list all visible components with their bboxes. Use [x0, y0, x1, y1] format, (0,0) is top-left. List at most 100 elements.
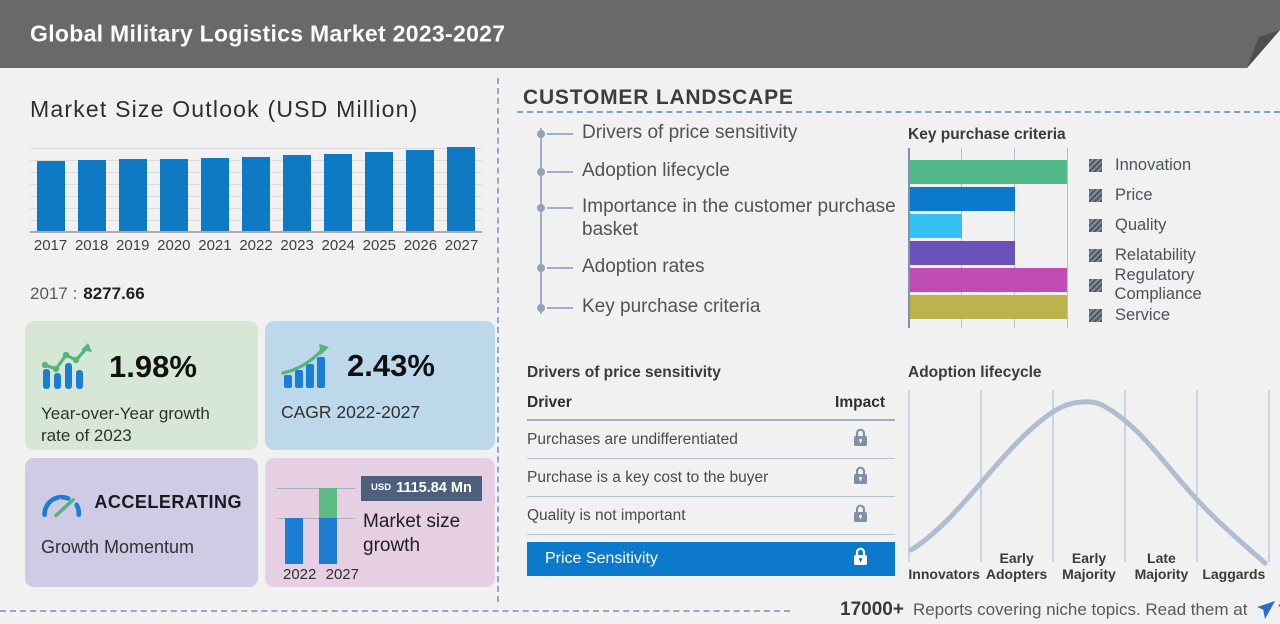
market-size-bar	[365, 152, 394, 231]
chart-column: 2017	[30, 143, 71, 254]
market-size-bar	[283, 155, 312, 231]
lifecycle-stage-label: Early Majority	[1062, 549, 1116, 582]
cagr-value: 2.43%	[347, 348, 435, 383]
legend-item: Regulatory Compliance	[1089, 266, 1280, 303]
legend-item: Innovation	[1089, 150, 1280, 180]
market-size-bar	[36, 161, 65, 231]
legend-swatch-icon	[1089, 218, 1102, 232]
legend-label: Service	[1115, 305, 1171, 324]
bar-trend-up-icon	[41, 343, 92, 389]
technavio-arrow-icon	[1257, 601, 1276, 619]
year-tick-label: 2017	[33, 237, 68, 254]
mini-bar-2027-growth	[319, 488, 337, 518]
growth-amount: 1115.84 Mn	[396, 480, 472, 496]
impact-cell	[825, 428, 895, 452]
page-fold-decoration	[1247, 30, 1280, 68]
key-purchase-criteria-title: Key purchase criteria	[908, 126, 1066, 143]
customer-landscape-list: Drivers of price sensitivity Adoption lif…	[537, 120, 900, 325]
footer-dashed-line	[0, 610, 790, 612]
report-count: 17000+	[840, 599, 904, 620]
criteria-bar	[910, 214, 962, 238]
legend-item: Service	[1089, 300, 1280, 330]
lifecycle-stage-label: Late Majority	[1134, 549, 1189, 582]
landscape-item-label: Key purchase criteria	[582, 296, 761, 317]
list-connector-dash	[547, 133, 573, 135]
year-tick-label: 2026	[403, 237, 438, 254]
chart-column: 2025	[359, 143, 400, 254]
price-sensitivity-highlight-row: Price Sensitivity	[527, 542, 895, 576]
chart-column: 2019	[112, 143, 153, 254]
momentum-label: Growth Momentum	[41, 537, 195, 557]
criteria-bar	[910, 241, 1015, 265]
chart-column: 2027	[441, 143, 482, 254]
growth-mini-chart: 2022 2027	[277, 472, 359, 583]
chart-column: 2024	[318, 143, 359, 254]
base-year-value: 8277.66	[83, 284, 145, 303]
year-tick-label: 2020	[157, 237, 191, 254]
year-tick-label: 2019	[116, 237, 150, 254]
year-tick-label: 2024	[321, 237, 355, 254]
legend-label: Price	[1115, 185, 1153, 204]
gridline	[1067, 148, 1068, 328]
mini-bar-2027-base	[319, 518, 337, 564]
year-tick-label: 2022	[239, 237, 273, 254]
list-bullet-dot	[537, 168, 545, 176]
legend-label: Regulatory Compliance	[1114, 266, 1202, 303]
lifecycle-stage-label: Laggards	[1202, 565, 1266, 582]
list-bullet-dot	[537, 264, 545, 272]
criteria-bar	[910, 187, 1015, 211]
price-sensitivity-label: Price Sensitivity	[545, 550, 658, 567]
driver-label: Quality is not important	[527, 506, 686, 524]
adoption-lifecycle-chart	[908, 388, 1270, 566]
key-purchase-criteria-chart	[908, 148, 1069, 328]
market-size-bar	[406, 150, 435, 231]
mini-year-start: 2022	[283, 566, 317, 583]
market-size-bar	[159, 159, 188, 231]
legend-label: Quality	[1115, 215, 1167, 234]
market-size-bar	[118, 159, 147, 231]
market-size-bar-chart: 2017 2018 2019 2020 2021 2022 2023 2024 2025 2026…	[30, 143, 482, 255]
market-size-bar	[77, 160, 106, 231]
legend-swatch-icon	[1089, 188, 1102, 202]
driver-column-header: Driver	[527, 394, 572, 411]
list-bullet-dot	[537, 204, 545, 212]
footer: 17000+ Reports covering niche topics. Re…	[840, 598, 1280, 622]
legend-swatch-icon	[1089, 158, 1102, 172]
criteria-bar	[910, 295, 1067, 319]
chart-column: 2023	[277, 143, 318, 254]
price-sensitivity-drivers-table: Driver Impact Purchases are undifferenti…	[527, 394, 895, 576]
year-tick-label: 2018	[74, 237, 109, 254]
market-size-outlook-title: Market Size Outlook (USD Million)	[30, 96, 419, 122]
legend-swatch-icon	[1089, 308, 1102, 322]
criteria-bar	[910, 268, 1067, 292]
list-bullet-dot	[537, 130, 545, 138]
key-purchase-criteria-legend: Innovation Price Quality Relatability Regula…	[1089, 150, 1280, 330]
bell-curve-graphic	[908, 390, 1270, 566]
legend-item: Quality	[1089, 210, 1280, 240]
cagr-card: 2.43% CAGR 2022-2027	[265, 321, 495, 450]
landscape-item-label: Adoption rates	[582, 256, 705, 277]
yoy-growth-label: Year-over-Year growth rate of 2023	[41, 404, 210, 446]
list-connector-dash	[547, 171, 573, 173]
driver-label: Purchases are undifferentiated	[527, 430, 738, 448]
list-connector-dash	[547, 207, 573, 209]
year-tick-label: 2025	[362, 237, 396, 254]
technavio-logo[interactable]: technavio ™	[1256, 598, 1280, 622]
stat-cards: 1.98% Year-over-Year growth rate of 2023…	[25, 321, 495, 587]
list-connector-line	[540, 128, 542, 314]
year-tick-label: 2027	[444, 237, 479, 254]
legend-label: Innovation	[1115, 155, 1192, 174]
driver-row: Purchases are undifferentiated	[527, 421, 895, 459]
lock-icon	[853, 504, 867, 522]
legend-swatch-icon	[1089, 248, 1102, 262]
landscape-item-label: Importance in the customer purchase bask…	[582, 196, 896, 241]
customer-landscape-underline	[517, 111, 1280, 113]
market-size-bar	[324, 154, 353, 231]
mini-gridline	[277, 488, 355, 489]
market-growth-label: Market size growth	[363, 511, 461, 556]
landscape-item-label: Adoption lifecycle	[582, 160, 730, 181]
footer-text: Reports covering niche topics. Read them…	[912, 600, 1248, 619]
speedometer-icon	[42, 494, 82, 518]
momentum-value: ACCELERATING	[94, 491, 242, 512]
impact-column-header: Impact	[835, 394, 885, 411]
